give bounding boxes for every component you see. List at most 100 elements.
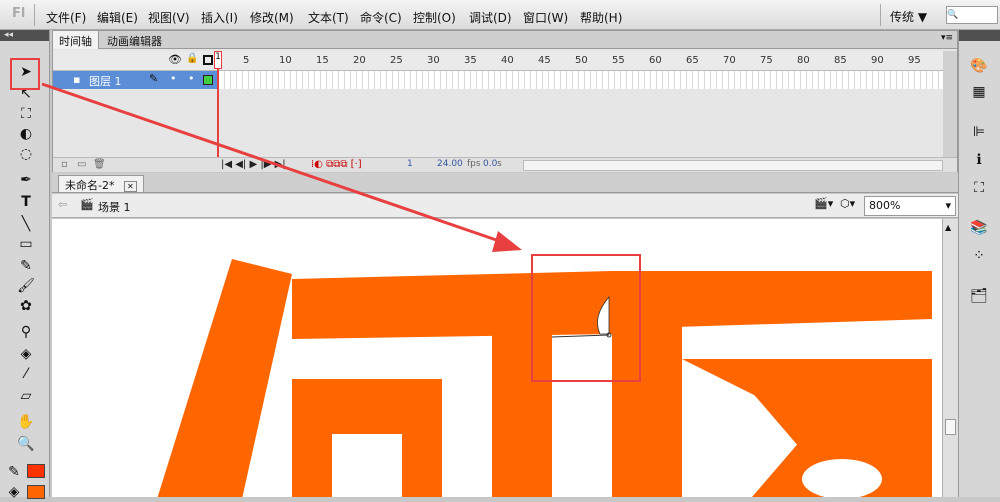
line-tool-icon[interactable]: ╲	[13, 214, 39, 234]
layer-name[interactable]: 图层 1	[89, 73, 122, 89]
stage-canvas[interactable]	[52, 219, 942, 497]
components-panel-icon[interactable]: 🗂	[968, 286, 990, 306]
selection-tool-highlight	[10, 58, 40, 90]
menu-commands[interactable]: 命令(C)	[360, 9, 402, 26]
layer-row[interactable]: ▪ 图层 1 ✎ • •	[53, 71, 219, 89]
outline-color-box[interactable]	[203, 75, 213, 85]
scroll-thumb[interactable]	[945, 419, 956, 435]
frame-number: 25	[390, 55, 403, 66]
stage-glyph-shapes[interactable]	[157, 259, 932, 497]
info-panel-icon[interactable]: ℹ	[968, 150, 990, 170]
deco-tool-icon[interactable]: ✿	[13, 296, 39, 316]
brush-tool-icon[interactable]: 🖌	[13, 276, 39, 296]
stroke-color-icon: ✎	[8, 464, 20, 480]
paint-bucket-tool-icon[interactable]: ◈	[13, 344, 39, 364]
library-panel-icon[interactable]: 📚	[968, 218, 990, 238]
new-folder-icon[interactable]: ▭	[77, 159, 86, 170]
frame-ruler[interactable]: 👁 🔒 5 10 15 20 25 30 35 40 45 50 55 60 6…	[53, 51, 945, 71]
frame-number: 5	[243, 55, 250, 66]
eraser-tool-icon[interactable]: ▱	[13, 386, 39, 406]
free-transform-tool-icon[interactable]: ⛶	[13, 104, 39, 124]
tab-timeline[interactable]: 时间轴	[53, 31, 99, 49]
frame-cells[interactable]	[219, 71, 945, 89]
search-input[interactable]: 🔍	[946, 6, 998, 24]
frame-number: 70	[723, 55, 736, 66]
eye-icon[interactable]: 👁	[168, 53, 182, 66]
menu-help[interactable]: 帮助(H)	[580, 9, 622, 26]
zoom-tool-icon[interactable]: 🔍	[13, 434, 39, 454]
pencil-tool-icon[interactable]: ✎	[13, 256, 39, 276]
chevron-down-icon: ▾	[945, 199, 951, 212]
lasso-tool-icon[interactable]: ◌	[13, 144, 39, 164]
rectangle-tool-icon[interactable]: ▭	[13, 234, 39, 254]
delete-layer-icon[interactable]: 🗑	[93, 159, 106, 170]
tools-panel: ◂◂ ➤ ↖ ⛶ ◐ ◌ ✒ T ╲ ▭ ✎ 🖌 ✿ ⚲ ◈ ⁄ ▱ ✋ 🔍 ✎…	[0, 30, 50, 500]
edit-scene-icon[interactable]: 🎬▾	[814, 197, 833, 210]
current-frame-marker[interactable]: 1	[214, 51, 222, 69]
menu-window[interactable]: 窗口(W)	[523, 9, 568, 26]
lock-icon[interactable]: 🔒	[186, 53, 198, 64]
menu-control[interactable]: 控制(O)	[413, 9, 456, 26]
scroll-up-icon[interactable]: ▲	[945, 223, 951, 232]
frame-number: 60	[649, 55, 662, 66]
fill-color-icon: ◈	[8, 484, 20, 500]
hand-tool-icon[interactable]: ✋	[13, 412, 39, 432]
3d-rotation-tool-icon[interactable]: ◐	[13, 124, 39, 144]
tab-motion-editor[interactable]: 动画编辑器	[101, 31, 168, 49]
eyedropper-tool-icon[interactable]: ⁄	[13, 364, 39, 384]
time-unit: s	[497, 159, 502, 169]
scene-icon: 🎬	[80, 198, 94, 211]
layer-icon: ▪	[73, 73, 81, 86]
onion-skin-icon[interactable]: ⁞◐ ⧉⧉⧉ [·]	[311, 159, 362, 170]
menu-edit[interactable]: 编辑(E)	[97, 9, 138, 26]
stroke-color-swatch[interactable]	[27, 464, 45, 478]
menu-debug[interactable]: 调试(D)	[469, 9, 512, 26]
workspace-switcher[interactable]: 传统 ▼	[890, 8, 927, 25]
frame-number: 50	[575, 55, 588, 66]
align-panel-icon[interactable]: ⊫	[968, 122, 990, 142]
frame-number: 55	[612, 55, 625, 66]
frame-number: 40	[501, 55, 514, 66]
motion-presets-icon[interactable]: ⁘	[968, 246, 990, 266]
menu-text[interactable]: 文本(T)	[308, 9, 349, 26]
lock-dot[interactable]: •	[188, 72, 195, 85]
outline-icon[interactable]	[203, 55, 213, 65]
frame-number: 20	[353, 55, 366, 66]
menu-insert[interactable]: 插入(I)	[201, 9, 238, 26]
app-logo: Fl	[12, 6, 26, 21]
visibility-dot[interactable]: •	[170, 72, 177, 85]
playback-controls-icon[interactable]: |◀ ◀| ▶ |▶ ▶|	[221, 159, 286, 170]
frame-number: 10	[279, 55, 292, 66]
frame-number: 45	[538, 55, 551, 66]
menu-modify[interactable]: 修改(M)	[250, 9, 294, 26]
menu-file[interactable]: 文件(F)	[46, 9, 86, 26]
zoom-select[interactable]: 800% ▾	[864, 196, 956, 216]
close-icon[interactable]: ✕	[123, 181, 137, 192]
swatches-panel-icon[interactable]: ▦	[968, 82, 990, 102]
stage-artwork	[157, 254, 932, 497]
panel-menu-icon[interactable]: ▾≡	[941, 33, 953, 43]
menu-bar: Fl 文件(F) 编辑(E) 视图(V) 插入(I) 修改(M) 文本(T) 命…	[0, 0, 1000, 30]
fps-readout[interactable]: 24.00	[437, 159, 463, 169]
frame-number: 15	[316, 55, 329, 66]
frame-number: 65	[686, 55, 699, 66]
timeline-vertical-scrollbar[interactable]	[943, 51, 957, 157]
search-icon: 🔍	[947, 10, 959, 20]
pen-tool-icon[interactable]: ✒	[13, 170, 39, 190]
pencil-icon: ✎	[149, 72, 159, 85]
transform-panel-icon[interactable]: ⛶	[968, 178, 990, 198]
stage-vertical-scrollbar[interactable]: ▲	[942, 219, 958, 497]
new-layer-icon[interactable]: ▫	[61, 159, 68, 170]
frame-number: 80	[797, 55, 810, 66]
text-tool-icon[interactable]: T	[13, 192, 39, 212]
timeline-footer: ▫ ▭ 🗑 |◀ ◀| ▶ |▶ ▶| ⁞◐ ⧉⧉⧉ [·] 1 24.00 f…	[53, 157, 957, 172]
back-arrow-icon[interactable]: ⇦	[58, 198, 67, 211]
edit-symbol-icon[interactable]: ⬡▾	[840, 197, 855, 210]
bone-tool-icon[interactable]: ⚲	[13, 322, 39, 342]
timeline-panel: 时间轴 动画编辑器 ▾≡ 👁 🔒 5 10 15 20 25 30 35 40 …	[52, 30, 958, 172]
timeline-horizontal-scrollbar[interactable]	[523, 160, 943, 171]
document-tab[interactable]: 未命名-2* ✕	[58, 175, 144, 192]
menu-view[interactable]: 视图(V)	[148, 9, 190, 26]
document-tabs: 未命名-2* ✕	[52, 173, 958, 193]
color-panel-icon[interactable]: 🎨	[968, 56, 990, 76]
